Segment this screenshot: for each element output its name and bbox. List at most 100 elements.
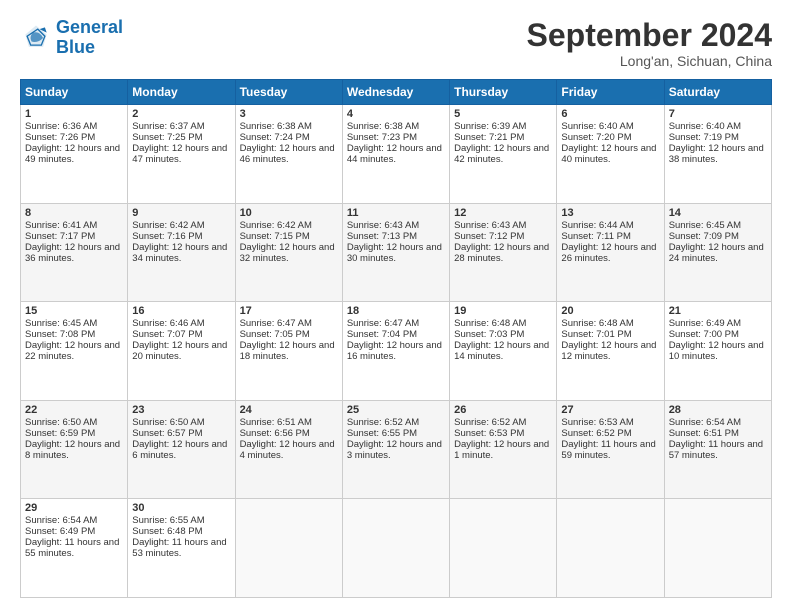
calendar-cell: 16 Sunrise: 6:46 AM Sunset: 7:07 PM Dayl… bbox=[128, 302, 235, 401]
day-number: 11 bbox=[347, 207, 445, 219]
daylight-label: Daylight: 12 hours and 3 minutes. bbox=[347, 439, 442, 461]
col-header-friday: Friday bbox=[557, 80, 664, 105]
daylight-label: Daylight: 12 hours and 4 minutes. bbox=[240, 439, 335, 461]
sunrise-label: Sunrise: 6:52 AM bbox=[347, 417, 419, 428]
calendar-cell: 15 Sunrise: 6:45 AM Sunset: 7:08 PM Dayl… bbox=[21, 302, 128, 401]
daylight-label: Daylight: 12 hours and 1 minute. bbox=[454, 439, 549, 461]
calendar-cell: 14 Sunrise: 6:45 AM Sunset: 7:09 PM Dayl… bbox=[664, 203, 771, 302]
sunset-label: Sunset: 7:04 PM bbox=[347, 329, 417, 340]
col-header-saturday: Saturday bbox=[664, 80, 771, 105]
sunrise-label: Sunrise: 6:37 AM bbox=[132, 121, 204, 132]
calendar-cell: 28 Sunrise: 6:54 AM Sunset: 6:51 PM Dayl… bbox=[664, 400, 771, 499]
calendar-cell: 18 Sunrise: 6:47 AM Sunset: 7:04 PM Dayl… bbox=[342, 302, 449, 401]
calendar-cell bbox=[557, 499, 664, 598]
calendar-cell: 19 Sunrise: 6:48 AM Sunset: 7:03 PM Dayl… bbox=[450, 302, 557, 401]
calendar-cell: 3 Sunrise: 6:38 AM Sunset: 7:24 PM Dayli… bbox=[235, 105, 342, 204]
main-title: September 2024 bbox=[527, 18, 772, 53]
sunrise-label: Sunrise: 6:54 AM bbox=[25, 515, 97, 526]
daylight-label: Daylight: 12 hours and 6 minutes. bbox=[132, 439, 227, 461]
sunset-label: Sunset: 7:26 PM bbox=[25, 132, 95, 143]
daylight-label: Daylight: 12 hours and 10 minutes. bbox=[669, 340, 764, 362]
sunset-label: Sunset: 7:17 PM bbox=[25, 231, 95, 242]
sunrise-label: Sunrise: 6:43 AM bbox=[454, 220, 526, 231]
calendar-cell: 22 Sunrise: 6:50 AM Sunset: 6:59 PM Dayl… bbox=[21, 400, 128, 499]
sunset-label: Sunset: 7:24 PM bbox=[240, 132, 310, 143]
sunrise-label: Sunrise: 6:36 AM bbox=[25, 121, 97, 132]
day-number: 4 bbox=[347, 108, 445, 120]
calendar-cell: 24 Sunrise: 6:51 AM Sunset: 6:56 PM Dayl… bbox=[235, 400, 342, 499]
sunrise-label: Sunrise: 6:47 AM bbox=[347, 318, 419, 329]
daylight-label: Daylight: 12 hours and 42 minutes. bbox=[454, 143, 549, 165]
sunset-label: Sunset: 7:23 PM bbox=[347, 132, 417, 143]
daylight-label: Daylight: 12 hours and 46 minutes. bbox=[240, 143, 335, 165]
calendar-cell: 21 Sunrise: 6:49 AM Sunset: 7:00 PM Dayl… bbox=[664, 302, 771, 401]
daylight-label: Daylight: 12 hours and 47 minutes. bbox=[132, 143, 227, 165]
col-header-wednesday: Wednesday bbox=[342, 80, 449, 105]
calendar-cell: 29 Sunrise: 6:54 AM Sunset: 6:49 PM Dayl… bbox=[21, 499, 128, 598]
daylight-label: Daylight: 12 hours and 28 minutes. bbox=[454, 242, 549, 264]
daylight-label: Daylight: 12 hours and 8 minutes. bbox=[25, 439, 120, 461]
sunset-label: Sunset: 6:55 PM bbox=[347, 428, 417, 439]
daylight-label: Daylight: 11 hours and 59 minutes. bbox=[561, 439, 655, 461]
daylight-label: Daylight: 12 hours and 14 minutes. bbox=[454, 340, 549, 362]
calendar-cell: 11 Sunrise: 6:43 AM Sunset: 7:13 PM Dayl… bbox=[342, 203, 449, 302]
day-number: 25 bbox=[347, 404, 445, 416]
daylight-label: Daylight: 11 hours and 57 minutes. bbox=[669, 439, 763, 461]
daylight-label: Daylight: 12 hours and 20 minutes. bbox=[132, 340, 227, 362]
sunrise-label: Sunrise: 6:49 AM bbox=[669, 318, 741, 329]
sunrise-label: Sunrise: 6:41 AM bbox=[25, 220, 97, 231]
daylight-label: Daylight: 12 hours and 16 minutes. bbox=[347, 340, 442, 362]
calendar-cell: 6 Sunrise: 6:40 AM Sunset: 7:20 PM Dayli… bbox=[557, 105, 664, 204]
sunrise-label: Sunrise: 6:45 AM bbox=[669, 220, 741, 231]
sunset-label: Sunset: 7:19 PM bbox=[669, 132, 739, 143]
calendar-cell: 25 Sunrise: 6:52 AM Sunset: 6:55 PM Dayl… bbox=[342, 400, 449, 499]
sunrise-label: Sunrise: 6:39 AM bbox=[454, 121, 526, 132]
sunrise-label: Sunrise: 6:53 AM bbox=[561, 417, 633, 428]
calendar-cell: 1 Sunrise: 6:36 AM Sunset: 7:26 PM Dayli… bbox=[21, 105, 128, 204]
calendar-cell: 8 Sunrise: 6:41 AM Sunset: 7:17 PM Dayli… bbox=[21, 203, 128, 302]
day-number: 14 bbox=[669, 207, 767, 219]
day-number: 28 bbox=[669, 404, 767, 416]
daylight-label: Daylight: 12 hours and 49 minutes. bbox=[25, 143, 120, 165]
daylight-label: Daylight: 12 hours and 18 minutes. bbox=[240, 340, 335, 362]
calendar-cell: 10 Sunrise: 6:42 AM Sunset: 7:15 PM Dayl… bbox=[235, 203, 342, 302]
day-number: 13 bbox=[561, 207, 659, 219]
sunrise-label: Sunrise: 6:38 AM bbox=[347, 121, 419, 132]
calendar-cell: 2 Sunrise: 6:37 AM Sunset: 7:25 PM Dayli… bbox=[128, 105, 235, 204]
day-number: 23 bbox=[132, 404, 230, 416]
day-number: 26 bbox=[454, 404, 552, 416]
sunrise-label: Sunrise: 6:43 AM bbox=[347, 220, 419, 231]
logo-icon bbox=[20, 22, 52, 54]
calendar-cell: 12 Sunrise: 6:43 AM Sunset: 7:12 PM Dayl… bbox=[450, 203, 557, 302]
sunset-label: Sunset: 6:49 PM bbox=[25, 526, 95, 537]
sunrise-label: Sunrise: 6:50 AM bbox=[132, 417, 204, 428]
calendar-cell: 9 Sunrise: 6:42 AM Sunset: 7:16 PM Dayli… bbox=[128, 203, 235, 302]
col-header-monday: Monday bbox=[128, 80, 235, 105]
sunrise-label: Sunrise: 6:48 AM bbox=[454, 318, 526, 329]
sunset-label: Sunset: 7:09 PM bbox=[669, 231, 739, 242]
sunrise-label: Sunrise: 6:50 AM bbox=[25, 417, 97, 428]
day-number: 8 bbox=[25, 207, 123, 219]
day-number: 12 bbox=[454, 207, 552, 219]
sunrise-label: Sunrise: 6:54 AM bbox=[669, 417, 741, 428]
calendar-cell bbox=[664, 499, 771, 598]
sunset-label: Sunset: 7:07 PM bbox=[132, 329, 202, 340]
sunset-label: Sunset: 6:48 PM bbox=[132, 526, 202, 537]
subtitle: Long'an, Sichuan, China bbox=[527, 53, 772, 69]
calendar-cell: 27 Sunrise: 6:53 AM Sunset: 6:52 PM Dayl… bbox=[557, 400, 664, 499]
calendar: SundayMondayTuesdayWednesdayThursdayFrid… bbox=[20, 79, 772, 598]
sunset-label: Sunset: 7:20 PM bbox=[561, 132, 631, 143]
calendar-cell bbox=[450, 499, 557, 598]
sunset-label: Sunset: 7:21 PM bbox=[454, 132, 524, 143]
calendar-cell: 20 Sunrise: 6:48 AM Sunset: 7:01 PM Dayl… bbox=[557, 302, 664, 401]
calendar-cell: 13 Sunrise: 6:44 AM Sunset: 7:11 PM Dayl… bbox=[557, 203, 664, 302]
sunrise-label: Sunrise: 6:40 AM bbox=[561, 121, 633, 132]
sunrise-label: Sunrise: 6:47 AM bbox=[240, 318, 312, 329]
col-header-sunday: Sunday bbox=[21, 80, 128, 105]
sunrise-label: Sunrise: 6:46 AM bbox=[132, 318, 204, 329]
day-number: 6 bbox=[561, 108, 659, 120]
daylight-label: Daylight: 12 hours and 26 minutes. bbox=[561, 242, 656, 264]
calendar-cell: 17 Sunrise: 6:47 AM Sunset: 7:05 PM Dayl… bbox=[235, 302, 342, 401]
daylight-label: Daylight: 12 hours and 34 minutes. bbox=[132, 242, 227, 264]
day-number: 29 bbox=[25, 502, 123, 514]
